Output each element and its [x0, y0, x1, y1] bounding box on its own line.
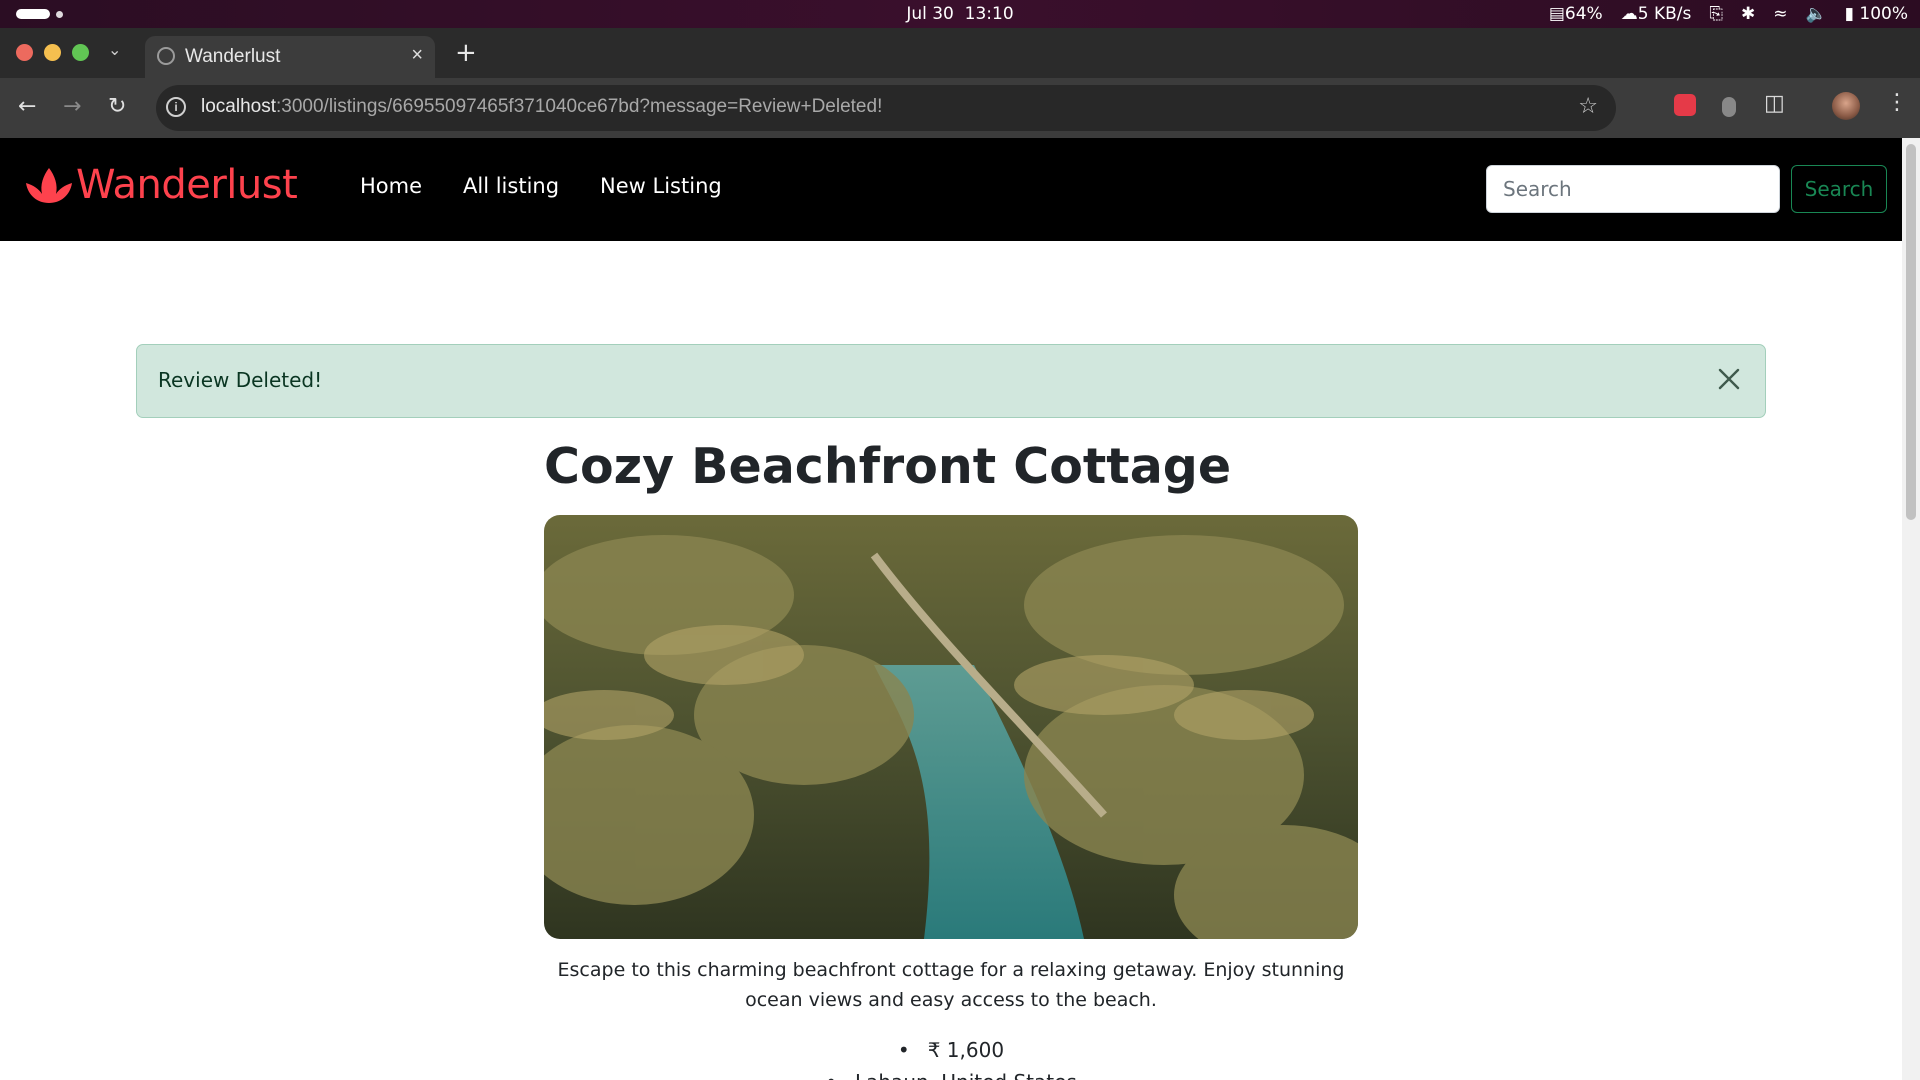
- back-arrow-icon[interactable]: ←: [18, 94, 36, 119]
- bookmark-star-icon[interactable]: ☆: [1578, 94, 1598, 119]
- page-scrollbar[interactable]: [1902, 138, 1920, 1080]
- battery-icon: ▮: [1844, 4, 1854, 24]
- wifi-icon[interactable]: ≈: [1773, 4, 1787, 24]
- extension-grey-icon[interactable]: [1722, 97, 1736, 117]
- browser-tab-strip: ⌄ Wanderlust × +: [0, 28, 1920, 78]
- tab-title: Wanderlust: [185, 46, 281, 67]
- profile-avatar[interactable]: [1832, 92, 1860, 120]
- battery-saver-indicator[interactable]: ▤64%: [1549, 4, 1603, 24]
- scrollbar-thumb[interactable]: [1906, 144, 1916, 520]
- brand-link[interactable]: Wanderlust: [24, 162, 298, 208]
- battery-indicator[interactable]: ▮ 100%: [1845, 4, 1908, 24]
- window-controls: [16, 44, 89, 61]
- listing-description: Escape to this charming beachfront cotta…: [557, 959, 1345, 1011]
- close-window-button[interactable]: [16, 44, 33, 61]
- listing-price: ₹ 1,600: [544, 1034, 1358, 1066]
- listing-location: Lahaun, United States: [544, 1066, 1358, 1080]
- browser-toolbar: ← → ↻ i localhost:3000/listings/66955097…: [0, 78, 1920, 138]
- lotus-logo-icon: [26, 168, 72, 203]
- time-text: 13:10: [964, 4, 1014, 24]
- date-text: Jul 30: [906, 4, 954, 24]
- extension-red-icon[interactable]: [1674, 94, 1696, 116]
- close-tab-icon[interactable]: ×: [411, 44, 423, 67]
- memory-icon: ▤: [1548, 4, 1565, 24]
- success-alert: Review Deleted!: [136, 344, 1766, 418]
- os-top-bar: Jul 30 13:10 ▤64% ☁5 KB/s ⎘ ✱ ≈ 🔈 ▮ 100%: [0, 0, 1920, 28]
- address-bar[interactable]: i localhost:3000/listings/66955097465f37…: [156, 85, 1616, 131]
- listing-details: ₹ 1,600 Lahaun, United States: [544, 1034, 1358, 1080]
- tab-search-chevron-icon[interactable]: ⌄: [108, 40, 121, 59]
- nav-link-all-listing[interactable]: All listing: [463, 174, 559, 198]
- page-viewport: Wanderlust Home All listing New Listing …: [0, 138, 1902, 1080]
- extensions-puzzle-icon[interactable]: ◫: [1764, 91, 1785, 116]
- globe-icon: [157, 47, 175, 65]
- search-input[interactable]: [1486, 165, 1780, 213]
- forward-arrow-icon[interactable]: →: [63, 94, 81, 119]
- nav-link-home[interactable]: Home: [360, 174, 422, 198]
- nav-link-new-listing[interactable]: New Listing: [600, 174, 722, 198]
- listing-title: Cozy Beachfront Cottage: [544, 438, 1232, 495]
- nav-links: Home All listing New Listing: [360, 174, 722, 198]
- accessibility-icon[interactable]: ✱: [1741, 4, 1755, 24]
- maximize-window-button[interactable]: [72, 44, 89, 61]
- browser-menu-icon[interactable]: ⋮: [1886, 90, 1908, 115]
- brand-name: Wanderlust: [76, 162, 298, 208]
- listing-image: [544, 515, 1358, 939]
- close-alert-icon[interactable]: [1713, 363, 1745, 395]
- reload-icon[interactable]: ↻: [108, 94, 126, 119]
- site-info-icon[interactable]: i: [166, 97, 186, 117]
- cloud-upload-icon: ☁: [1620, 4, 1638, 24]
- search-button[interactable]: Search: [1791, 165, 1887, 213]
- new-tab-button[interactable]: +: [455, 38, 477, 68]
- browser-tab[interactable]: Wanderlust ×: [145, 36, 435, 78]
- minimize-window-button[interactable]: [44, 44, 61, 61]
- site-navbar: Wanderlust Home All listing New Listing …: [0, 138, 1902, 241]
- network-speed-indicator[interactable]: ☁5 KB/s: [1621, 4, 1692, 24]
- url-text[interactable]: localhost:3000/listings/66955097465f3710…: [201, 96, 882, 118]
- palm-river-picture: [544, 515, 1358, 939]
- clipboard-icon[interactable]: ⎘: [1709, 4, 1723, 24]
- alert-message: Review Deleted!: [158, 368, 323, 392]
- volume-icon[interactable]: 🔈: [1805, 4, 1826, 24]
